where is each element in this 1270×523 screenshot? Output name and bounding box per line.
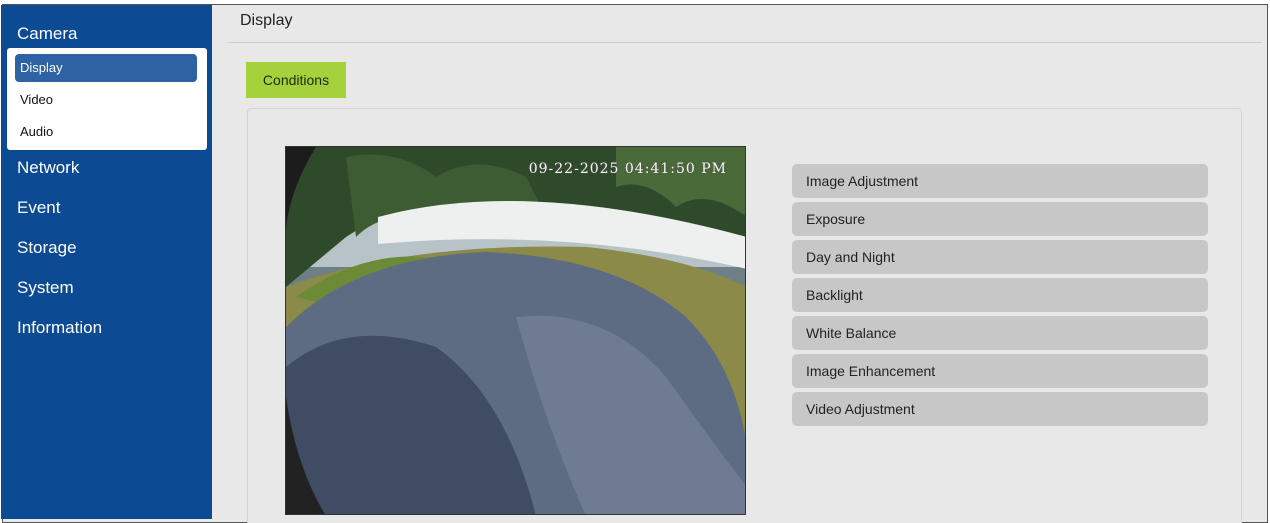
display-settings-menu: Image Adjustment Exposure Day and Night … [792,164,1208,430]
sidebar-section-storage[interactable]: Storage [1,233,212,263]
camera-submenu: Display Video Audio [7,48,207,150]
tab-conditions[interactable]: Conditions [246,62,346,98]
white-balance-button[interactable]: White Balance [792,316,1208,350]
sidebar-section-event[interactable]: Event [1,193,212,223]
sidebar-section-network[interactable]: Network [1,153,212,183]
camera-live-preview: 09-22-2025 04:41:50 PM [285,146,746,515]
page-title: Display [240,12,293,29]
submenu-item-video[interactable]: Video [15,86,197,114]
video-adjustment-button[interactable]: Video Adjustment [792,392,1208,426]
submenu-item-audio[interactable]: Audio [15,118,197,146]
sidebar-section-information[interactable]: Information [1,313,212,343]
title-divider [228,42,1262,43]
sidebar-section-camera[interactable]: Camera [1,19,212,49]
main-content: Display Conditions 09-22-2025 04:41:50 P… [214,5,1266,523]
preview-timestamp-overlay: 09-22-2025 04:41:50 PM [528,161,727,177]
submenu-item-display[interactable]: Display [15,54,197,82]
backlight-button[interactable]: Backlight [792,278,1208,312]
day-and-night-button[interactable]: Day and Night [792,240,1208,274]
image-enhancement-button[interactable]: Image Enhancement [792,354,1208,388]
exposure-button[interactable]: Exposure [792,202,1208,236]
image-adjustment-button[interactable]: Image Adjustment [792,164,1208,198]
sidebar: Camera Display Video Audio Network Event… [1,5,212,519]
sidebar-section-system[interactable]: System [1,273,212,303]
camera-scene-image [286,147,745,514]
